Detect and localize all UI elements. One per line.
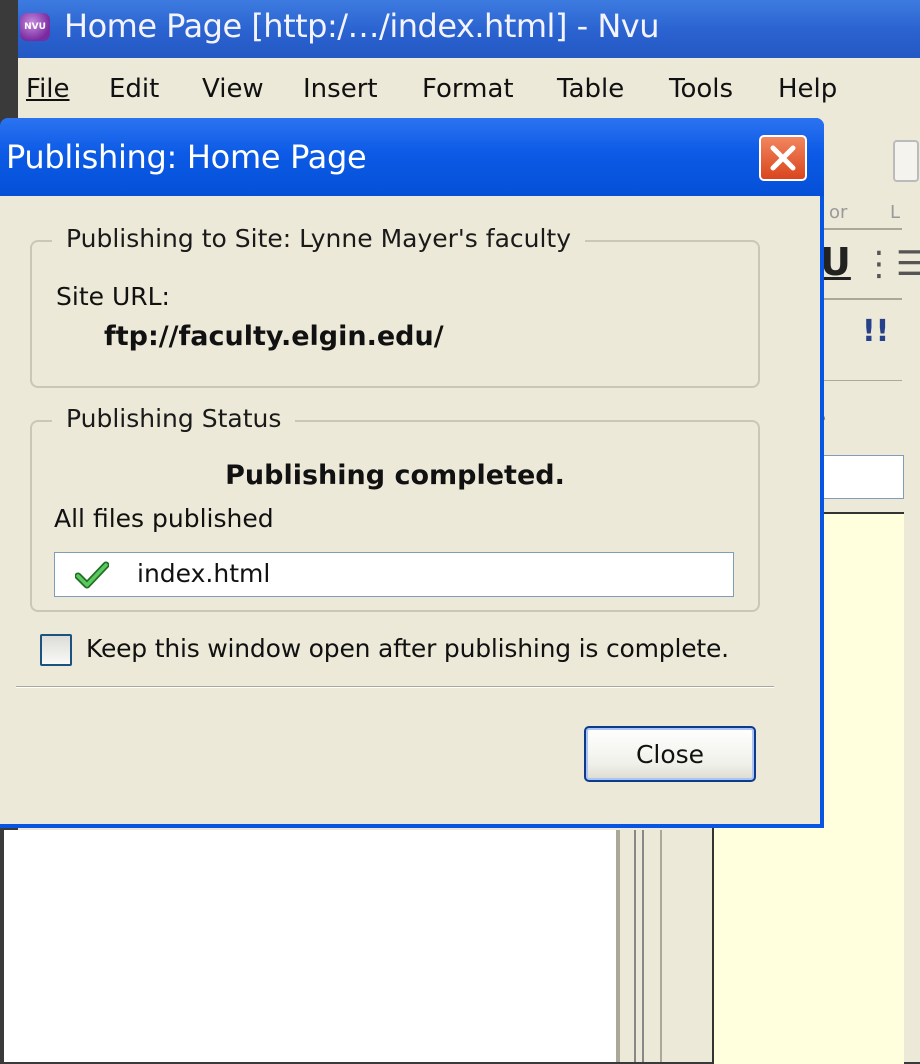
publishing-status-message: Publishing completed. [225,460,565,491]
file-name: index.html [137,559,271,588]
menu-bar: File Edit View Insert Format Table Tools… [18,58,920,118]
underline-icon[interactable]: U [820,240,851,284]
nvu-app-icon: NVU [20,13,50,41]
app-title-bar: NVU Home Page [http:/…/index.html] - Nvu [18,0,920,58]
menu-help[interactable]: Help [778,74,837,104]
menu-format[interactable]: Format [422,74,514,104]
publishing-dialog: Publishing: Home Page Publishing to Site… [0,118,824,828]
dialog-divider [16,686,774,688]
menu-file[interactable]: File [26,74,70,104]
site-group-legend: Publishing to Site: Lynne Mayer's facult… [52,224,586,253]
status-group-legend: Publishing Status [52,404,296,433]
dialog-body: Publishing to Site: Lynne Mayer's facult… [0,196,820,824]
splitter-grip[interactable] [634,830,644,1062]
published-files-list[interactable]: index.html [54,552,734,597]
menu-insert[interactable]: Insert [303,74,378,104]
keep-open-checkbox[interactable] [40,634,72,666]
dialog-title-bar[interactable]: Publishing: Home Page [0,118,824,196]
numbered-list-icon[interactable]: ⋮☰ [862,244,920,284]
site-manager-panel[interactable] [4,830,618,1062]
menu-tools[interactable]: Tools [669,74,733,104]
check-icon [74,561,110,593]
files-status-text: All files published [54,504,274,533]
keep-open-label[interactable]: Keep this window open after publishing i… [86,634,729,663]
toolbar-label-partial: or [829,202,848,223]
site-url-value: ftp://faculty.elgin.edu/ [104,321,444,352]
toolbar-button-partial[interactable] [893,140,919,182]
menu-edit[interactable]: Edit [109,74,159,104]
important-icon[interactable]: !! [862,314,889,349]
close-icon[interactable] [759,135,807,181]
site-url-label: Site URL: [56,282,170,311]
dialog-title: Publishing: Home Page [6,138,367,176]
site-groupbox [30,240,760,388]
menu-table[interactable]: Table [557,74,624,104]
toolbar-label-partial: L [890,202,901,223]
app-window-title: Home Page [http:/…/index.html] - Nvu [64,7,659,45]
close-button[interactable]: Close [584,726,756,782]
menu-view[interactable]: View [202,74,264,104]
